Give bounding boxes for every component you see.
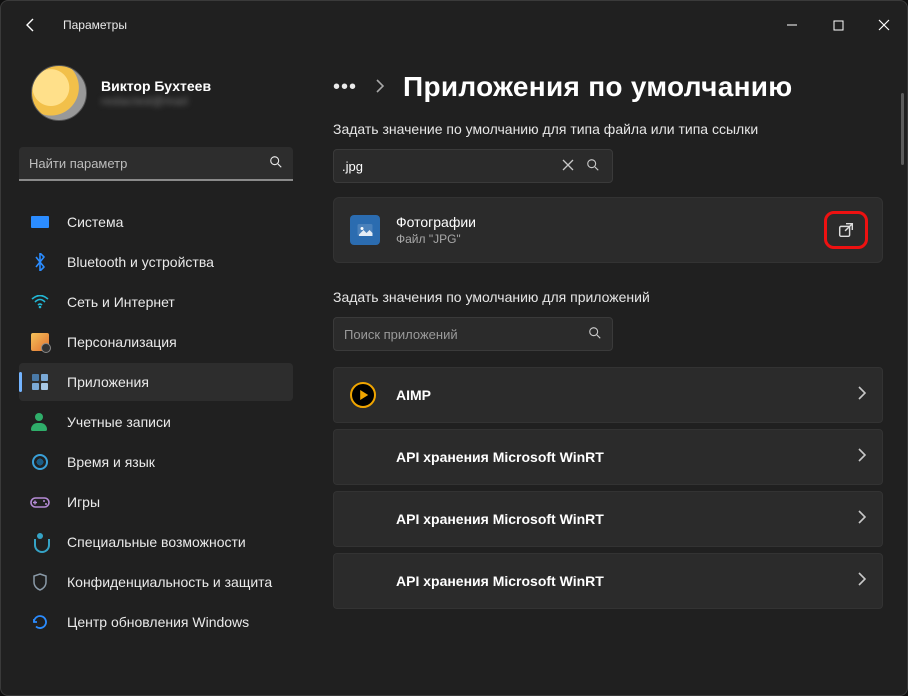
section-filetype-label: Задать значение по умолчанию для типа фа…	[333, 121, 883, 137]
chevron-right-icon	[857, 510, 866, 529]
photos-app-icon	[350, 215, 380, 245]
sidebar-item-label: Центр обновления Windows	[67, 614, 249, 630]
profile-email: redacted@mail	[101, 94, 211, 108]
chevron-right-icon	[857, 448, 866, 467]
open-external-icon	[837, 221, 855, 239]
shield-icon	[29, 571, 51, 593]
sidebar-item-label: Bluetooth и устройства	[67, 254, 214, 270]
sidebar-item-gaming[interactable]: Игры	[19, 483, 293, 521]
profile-block[interactable]: Виктор Бухтеев redacted@mail	[13, 61, 299, 139]
search-icon[interactable]	[582, 158, 604, 175]
apps-list: AIMP API хранения Microsoft WinRT API хр…	[333, 367, 883, 609]
filetype-result-card[interactable]: Фотографии Файл "JPG"	[333, 197, 883, 263]
sidebar-item-label: Конфиденциальность и защита	[67, 574, 272, 590]
sidebar-search-input[interactable]	[29, 156, 269, 171]
sidebar-item-time-language[interactable]: Время и язык	[19, 443, 293, 481]
close-button[interactable]	[861, 9, 907, 41]
sidebar-item-label: Игры	[67, 494, 100, 510]
sidebar-item-label: Учетные записи	[67, 414, 171, 430]
app-row[interactable]: API хранения Microsoft WinRT	[333, 553, 883, 609]
section-apps-label: Задать значения по умолчанию для приложе…	[333, 289, 883, 305]
app-row[interactable]: API хранения Microsoft WinRT	[333, 491, 883, 547]
main-pane: ••• Приложения по умолчанию Задать значе…	[309, 49, 907, 696]
sidebar-item-accounts[interactable]: Учетные записи	[19, 403, 293, 441]
avatar	[31, 65, 87, 121]
chevron-right-icon	[857, 572, 866, 591]
bluetooth-icon	[29, 251, 51, 273]
app-row-label: API хранения Microsoft WinRT	[396, 511, 857, 527]
result-app-sub: Файл "JPG"	[396, 232, 476, 246]
sidebar-item-privacy[interactable]: Конфиденциальность и защита	[19, 563, 293, 601]
open-external-button[interactable]	[824, 211, 868, 249]
sidebar-item-label: Сеть и Интернет	[67, 294, 175, 310]
apps-search[interactable]	[333, 317, 613, 351]
sidebar-item-label: Система	[67, 214, 123, 230]
search-icon	[588, 326, 602, 343]
titlebar: Параметры	[1, 1, 907, 49]
sidebar-item-label: Время и язык	[67, 454, 155, 470]
page-title: Приложения по умолчанию	[403, 71, 793, 103]
window-controls	[769, 9, 907, 41]
sidebar-item-windows-update[interactable]: Центр обновления Windows	[19, 603, 293, 641]
search-icon	[269, 155, 283, 172]
breadcrumb-more-button[interactable]: •••	[333, 76, 357, 99]
app-row-label: API хранения Microsoft WinRT	[396, 573, 857, 589]
sidebar-search[interactable]	[19, 147, 293, 181]
chevron-right-icon	[375, 79, 385, 96]
sidebar-item-apps[interactable]: Приложения	[19, 363, 293, 401]
window-title: Параметры	[63, 18, 127, 32]
profile-name: Виктор Бухтеев	[101, 78, 211, 94]
clear-button[interactable]	[554, 158, 582, 174]
back-button[interactable]	[17, 11, 45, 39]
breadcrumb: ••• Приложения по умолчанию	[333, 71, 883, 103]
sidebar-item-bluetooth[interactable]: Bluetooth и устройства	[19, 243, 293, 281]
sidebar-item-label: Специальные возможности	[67, 534, 246, 550]
maximize-button[interactable]	[815, 9, 861, 41]
globe-clock-icon	[29, 451, 51, 473]
sidebar-item-network[interactable]: Сеть и Интернет	[19, 283, 293, 321]
aimp-icon	[350, 382, 376, 408]
app-row-label: API хранения Microsoft WinRT	[396, 449, 857, 465]
accessibility-icon	[29, 531, 51, 553]
apps-icon	[29, 371, 51, 393]
scrollbar-thumb[interactable]	[901, 93, 904, 165]
display-icon	[29, 211, 51, 233]
minimize-button[interactable]	[769, 9, 815, 41]
sidebar-item-label: Приложения	[67, 374, 149, 390]
wifi-icon	[29, 291, 51, 313]
sidebar-item-label: Персонализация	[67, 334, 177, 350]
settings-window: Параметры Виктор Бухтеев redacted@mail	[0, 0, 908, 696]
chevron-right-icon	[857, 386, 866, 405]
person-icon	[29, 411, 51, 433]
apps-search-input[interactable]	[344, 327, 588, 342]
sidebar-item-system[interactable]: Система	[19, 203, 293, 241]
sidebar-nav: Система Bluetooth и устройства Сеть и Ин…	[13, 203, 299, 641]
filetype-search-input[interactable]	[342, 159, 554, 174]
app-row-label: AIMP	[396, 387, 857, 403]
brush-icon	[29, 331, 51, 353]
result-app-name: Фотографии	[396, 214, 476, 230]
update-icon	[29, 611, 51, 633]
gamepad-icon	[29, 491, 51, 513]
app-row[interactable]: API хранения Microsoft WinRT	[333, 429, 883, 485]
filetype-search[interactable]	[333, 149, 613, 183]
app-row[interactable]: AIMP	[333, 367, 883, 423]
sidebar: Виктор Бухтеев redacted@mail Система	[1, 49, 309, 696]
sidebar-item-personalization[interactable]: Персонализация	[19, 323, 293, 361]
sidebar-item-accessibility[interactable]: Специальные возможности	[19, 523, 293, 561]
